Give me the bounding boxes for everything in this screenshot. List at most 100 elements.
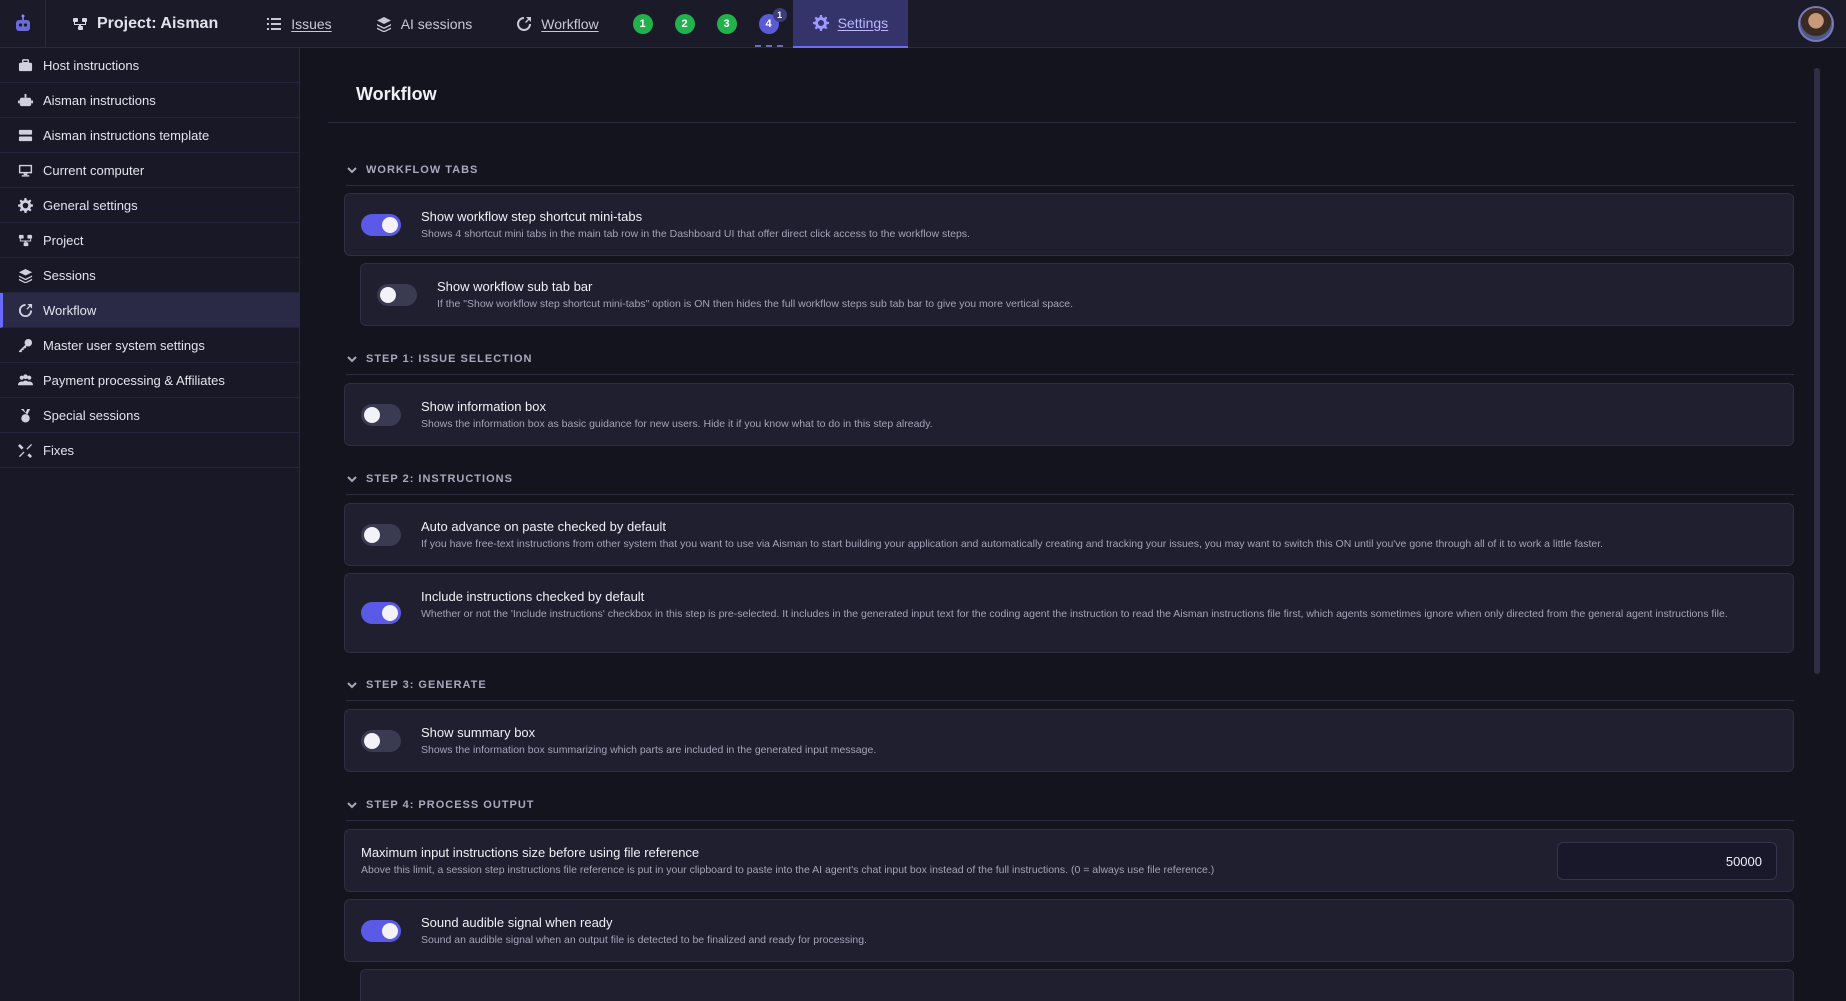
section-title: STEP 2: INSTRUCTIONS [366,473,513,485]
sidebar-item-master-user-system-settings[interactable]: Master user system settings [0,328,299,363]
sidebar-item-label: Fixes [43,442,75,458]
section-step-4[interactable]: STEP 4: PROCESS OUTPUT [346,799,1794,811]
setting-description: Shows the information box as basic guida… [421,418,933,430]
setting-description: If you have free-text instructions from … [421,538,1604,550]
sidebar-item-label: Current computer [43,162,145,178]
list-icon [267,17,282,30]
section-title: WORKFLOW TABS [366,164,479,176]
setting-title: Auto advance on paste checked by default [421,519,667,534]
include-instructions-toggle[interactable] [361,602,401,624]
sidebar-item-label: General settings [43,197,138,213]
summary-box-toggle[interactable] [361,730,401,752]
medal-icon [20,408,31,423]
sidebar-item-fixes[interactable]: Fixes [0,433,299,468]
workflow-icon [517,16,532,31]
step-4-shortcut[interactable]: 4 1 [758,7,787,34]
sidebar-item-label: Sessions [43,267,96,283]
tab-issues[interactable]: Issues [244,0,353,48]
max-input-size-field[interactable] [1557,842,1777,880]
setting-card-information-box: Show information box Shows the informati… [344,383,1794,446]
tools-icon [18,443,33,458]
section-step-3[interactable]: STEP 3: GENERATE [346,679,1794,691]
workflow-step-shortcuts: 1 2 3 4 1 [632,0,787,48]
setting-card-include-instructions: Include instructions checked by default … [344,573,1794,653]
sidebar-item-label: Payment processing & Affiliates [43,372,225,388]
sidebar-item-host-instructions[interactable]: Host instructions [0,48,299,83]
sidebar-item-current-computer[interactable]: Current computer [0,153,299,188]
scrollbar[interactable] [1814,68,1820,674]
section-title: STEP 3: GENERATE [366,679,487,691]
app-logo[interactable] [0,0,46,48]
section-workflow-tabs[interactable]: WORKFLOW TABS [346,164,1794,176]
setting-title: Show summary box [421,725,536,740]
setting-description: If the "Show workflow step shortcut mini… [437,298,1073,310]
step-4-label: 4 [765,17,772,30]
setting-description: Sound an audible signal when an output f… [421,934,867,946]
audible-signal-toggle[interactable] [361,920,401,942]
setting-card-summary-box: Show summary box Shows the information b… [344,709,1794,772]
title-divider [328,122,1796,123]
step-3-shortcut[interactable]: 3 [716,13,737,34]
gear-icon [812,14,829,31]
sidebar-item-special-sessions[interactable]: Special sessions [0,398,299,433]
chevron-down-icon [346,799,358,811]
settings-sidebar: Host instructions Aisman instructions Ai… [0,48,300,1001]
tab-settings[interactable]: Settings [792,0,909,48]
tab-settings-label: Settings [837,14,889,31]
setting-card-audible-signal: Sound audible signal when ready Sound an… [344,899,1794,962]
chevron-down-icon [346,473,358,485]
sidebar-item-label: Host instructions [43,57,140,73]
setting-title: Show information box [421,399,547,414]
settings-main: Workflow WORKFLOW TABS Show workflow ste… [300,48,1846,1001]
setting-title: Show workflow sub tab bar [437,279,593,294]
sidebar-item-general-settings[interactable]: General settings [0,188,299,223]
sub-tab-bar-toggle[interactable] [377,284,417,306]
sidebar-item-label: Special sessions [43,407,140,423]
chevron-down-icon [346,679,358,691]
user-avatar[interactable] [1798,6,1834,42]
setting-card-sub-tab-bar: Show workflow sub tab bar If the "Show w… [360,263,1794,326]
key-icon [18,338,33,352]
chevron-down-icon [346,164,358,176]
step-1-shortcut[interactable]: 1 [632,13,653,34]
auto-advance-toggle[interactable] [361,524,401,546]
sidebar-item-aisman-instructions[interactable]: Aisman instructions [0,83,299,118]
page-title: Workflow [356,84,437,104]
setting-description: Shows the information box summarizing wh… [421,744,877,756]
layers-icon [376,16,391,32]
setting-description: Shows 4 shortcut mini tabs in the main t… [421,228,970,240]
sidebar-item-workflow[interactable]: Workflow [0,293,299,328]
users-icon [18,373,33,385]
setting-title: Include instructions checked by default [421,589,645,604]
workflow-icon [18,303,33,317]
setting-description: Whether or not the 'Include instructions… [421,608,1728,620]
tab-project[interactable]: Project: Aisman [46,0,244,48]
sidebar-item-label: Aisman instructions template [43,127,210,143]
top-bar: Project: Aisman Issues AI sessions Workf… [0,0,1846,48]
step-4-badge: 1 [772,7,787,22]
section-divider [346,820,1794,821]
sidebar-item-payment-processing[interactable]: Payment processing & Affiliates [0,363,299,398]
sidebar-item-project[interactable]: Project [0,223,299,258]
information-box-toggle[interactable] [361,404,401,426]
section-title: STEP 1: ISSUE SELECTION [366,353,533,365]
chevron-down-icon [346,353,358,365]
robot-icon [18,93,33,106]
sidebar-item-sessions[interactable]: Sessions [0,258,299,293]
step-2-shortcut[interactable]: 2 [674,13,695,34]
setting-description: Above this limit, a session step instruc… [361,864,1215,876]
section-step-1[interactable]: STEP 1: ISSUE SELECTION [346,353,1794,365]
project-label: Project: Aisman [97,14,219,32]
sidebar-item-label: Workflow [43,302,97,318]
tab-issues-label: Issues [291,15,332,32]
section-step-2[interactable]: STEP 2: INSTRUCTIONS [346,473,1794,485]
section-divider [346,494,1794,495]
tab-ai-sessions[interactable]: AI sessions [354,0,495,48]
mini-tabs-toggle[interactable] [361,214,401,236]
sidebar-item-aisman-instructions-template[interactable]: Aisman instructions template [0,118,299,153]
monitor-icon [18,164,33,177]
setting-title: Sound audible signal when ready [421,915,613,930]
tab-workflow[interactable]: Workflow [494,0,620,48]
setting-card-partial [360,969,1794,1001]
sidebar-item-label: Aisman instructions [43,92,156,108]
